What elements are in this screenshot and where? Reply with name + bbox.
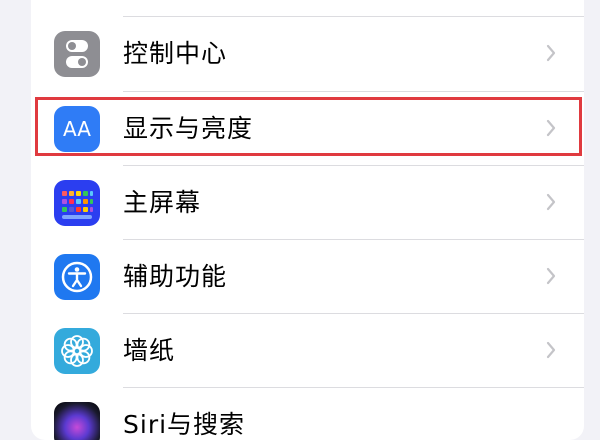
settings-row-siri-search-label: Siri与搜索	[123, 410, 246, 439]
settings-row-accessibility-label: 辅助功能	[123, 262, 228, 291]
highlight-box	[35, 97, 582, 156]
settings-row-general[interactable]	[31, 0, 584, 14]
wallpaper-icon	[54, 328, 100, 374]
settings-row-home-screen-label: 主屏幕	[123, 188, 202, 217]
chevron-right-icon	[546, 267, 556, 285]
chevron-right-icon	[546, 341, 556, 359]
settings-row-wallpaper[interactable]: 墙纸	[31, 314, 584, 388]
settings-row-accessibility[interactable]: 辅助功能	[31, 240, 584, 314]
settings-row-wallpaper-label: 墙纸	[123, 336, 176, 365]
settings-list: 控制中心 AA 显示与亮度 主屏幕 辅助功能 墙纸 Siri与搜索	[31, 0, 584, 440]
siri-icon	[54, 402, 100, 440]
accessibility-icon	[54, 254, 100, 300]
home-screen-icon	[54, 180, 100, 226]
settings-row-home-screen[interactable]: 主屏幕	[31, 166, 584, 240]
settings-row-control-center-label: 控制中心	[123, 39, 228, 68]
chevron-right-icon	[546, 193, 556, 211]
settings-row-control-center[interactable]: 控制中心	[31, 17, 584, 91]
settings-row-siri-search[interactable]: Siri与搜索	[31, 388, 584, 440]
chevron-right-icon	[546, 44, 556, 62]
control-center-icon	[54, 31, 100, 77]
